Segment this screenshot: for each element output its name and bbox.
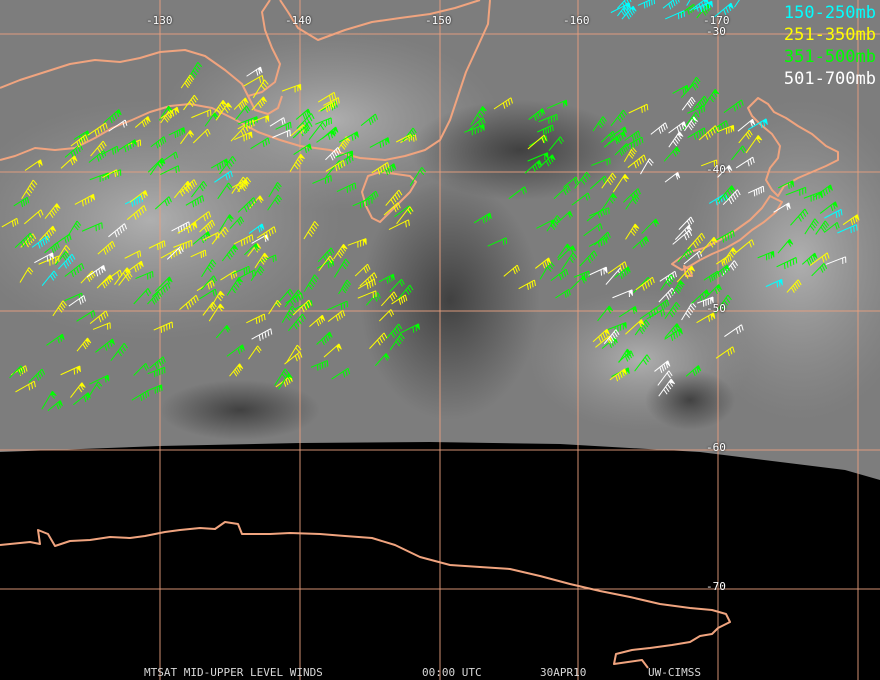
- product-name: MTSAT MID-UPPER LEVEL WINDS: [144, 666, 323, 679]
- pressure-level-legend: 150-250mb 251-350mb 351-500mb 501-700mb: [784, 2, 876, 90]
- longitude-label: -160: [563, 14, 590, 27]
- latitude-label: -70: [706, 580, 726, 593]
- image-date: 30APR10: [540, 666, 587, 679]
- latitude-label: -40: [706, 163, 726, 176]
- legend-item-251-350mb: 251-350mb: [783, 25, 876, 45]
- map-canvas: [0, 0, 880, 680]
- longitude-label: -130: [146, 14, 173, 27]
- latitude-label: -60: [706, 441, 726, 454]
- legend-item-351-500mb: 351-500mb: [783, 47, 876, 67]
- satellite-wind-map: -130 -140 -150 -160 -170 -30 -40 -50 -60…: [0, 0, 880, 680]
- legend-item-150-250mb: 150-250mb: [783, 3, 876, 23]
- latitude-label: -30: [706, 25, 726, 38]
- longitude-label: -140: [285, 14, 312, 27]
- antarctica-coast: [0, 521, 731, 669]
- longitude-label: -150: [425, 14, 452, 27]
- valid-time: 00:00 UTC: [422, 666, 482, 679]
- legend-item-501-700mb: 501-700mb: [783, 69, 876, 89]
- data-source: UW-CIMSS: [648, 666, 701, 679]
- latitude-label: -50: [706, 302, 726, 315]
